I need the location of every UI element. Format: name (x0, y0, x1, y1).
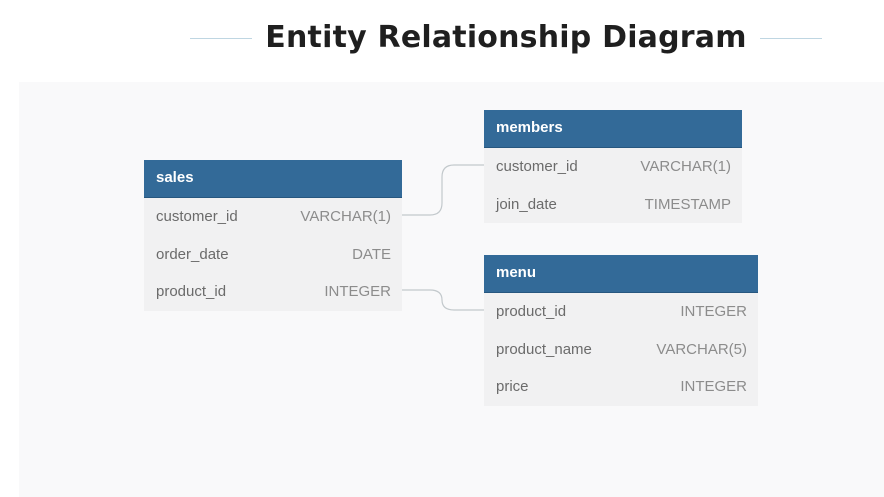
column-name: customer_id (496, 158, 578, 175)
column-type: INTEGER (324, 283, 391, 300)
entity-sales[interactable]: sales customer_id VARCHAR(1) order_date … (144, 160, 402, 311)
column-type: INTEGER (680, 303, 747, 320)
entity-header[interactable]: sales (144, 160, 402, 198)
column-row[interactable]: customer_id VARCHAR(1) (484, 148, 742, 186)
title-rule-left (190, 38, 252, 39)
column-name: product_id (496, 303, 567, 320)
title-rule-right (760, 38, 822, 39)
column-type: VARCHAR(1) (640, 158, 731, 175)
column-row[interactable]: order_date DATE (144, 236, 402, 274)
column-type: TIMESTAMP (644, 195, 731, 213)
column-type: INTEGER (680, 378, 747, 395)
entity-header[interactable]: members (484, 110, 742, 148)
page: Entity Relationship Diagram sales custom… (0, 0, 884, 497)
column-name: product_id (156, 283, 227, 300)
column-type: VARCHAR(1) (300, 208, 391, 225)
column-row[interactable]: join_date TIMESTAMP (484, 186, 742, 224)
column-row[interactable]: price INTEGER (484, 368, 758, 406)
column-row[interactable]: customer_id VARCHAR(1) (144, 198, 402, 236)
entity-header[interactable]: menu (484, 255, 758, 293)
column-name: join_date (496, 195, 557, 213)
column-name: price (496, 378, 529, 395)
column-name: order_date (156, 245, 229, 263)
entity-members[interactable]: members customer_id VARCHAR(1) join_date… (484, 110, 742, 223)
column-row[interactable]: product_id INTEGER (144, 273, 402, 311)
page-title: Entity Relationship Diagram (265, 20, 747, 55)
column-type: VARCHAR(5) (656, 340, 747, 358)
column-name: customer_id (156, 208, 238, 225)
column-row[interactable]: product_name VARCHAR(5) (484, 331, 758, 369)
entity-menu[interactable]: menu product_id INTEGER product_name VAR… (484, 255, 758, 406)
column-row[interactable]: product_id INTEGER (484, 293, 758, 331)
column-name: product_name (496, 340, 592, 358)
title-area: Entity Relationship Diagram (0, 14, 884, 62)
column-type: DATE (352, 245, 391, 263)
